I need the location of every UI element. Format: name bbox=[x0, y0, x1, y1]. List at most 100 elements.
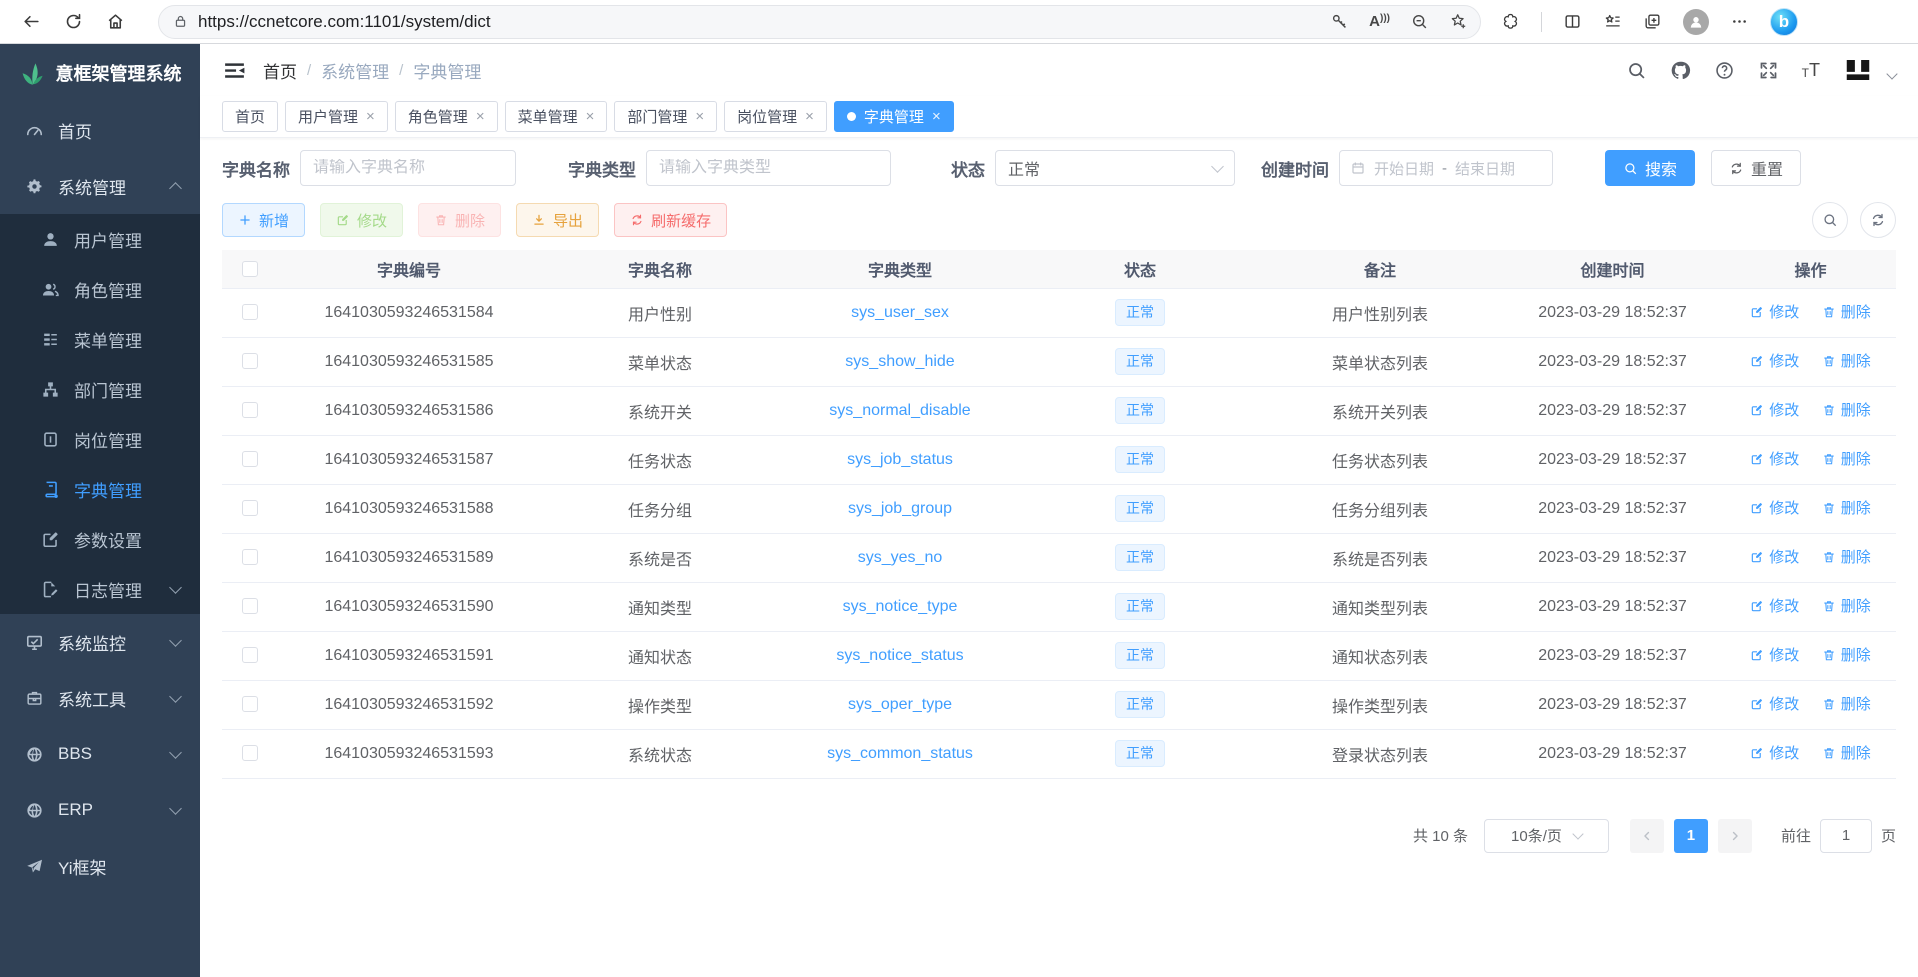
yi-brand-logo[interactable] bbox=[1843, 55, 1873, 85]
row-delete-button[interactable]: 删除 bbox=[1822, 350, 1871, 371]
dict-type-link[interactable]: sys_job_group bbox=[848, 500, 952, 517]
sidebar-item-post-mgmt[interactable]: 岗位管理 bbox=[0, 414, 200, 464]
row-checkbox[interactable] bbox=[242, 549, 258, 565]
sidebar-item-user-mgmt[interactable]: 用户管理 bbox=[0, 214, 200, 264]
dict-name-input[interactable] bbox=[313, 159, 503, 177]
sidebar-item-home[interactable]: 首页 bbox=[0, 102, 200, 158]
sidebar-item-system-monitor[interactable]: 系统监控 bbox=[0, 614, 200, 670]
dict-type-link[interactable]: sys_job_status bbox=[847, 451, 953, 468]
row-edit-button[interactable]: 修改 bbox=[1750, 546, 1799, 567]
tab-role-mgmt[interactable]: 角色管理× bbox=[395, 101, 498, 132]
sidebar-item-erp[interactable]: ERP bbox=[0, 782, 200, 838]
sidebar-item-log-mgmt[interactable]: 日志管理 bbox=[0, 564, 200, 614]
profile-avatar[interactable] bbox=[1683, 9, 1709, 35]
tab-close-icon[interactable]: × bbox=[805, 109, 814, 124]
dict-type-link[interactable]: sys_notice_status bbox=[836, 647, 963, 664]
reset-button[interactable]: 重置 bbox=[1711, 150, 1801, 186]
toggle-search-button[interactable] bbox=[1812, 202, 1848, 238]
next-page-button[interactable] bbox=[1718, 819, 1752, 853]
tab-home[interactable]: 首页 bbox=[222, 101, 278, 132]
sidebar-item-system-mgmt[interactable]: 系统管理 bbox=[0, 158, 200, 214]
dict-type-link[interactable]: sys_normal_disable bbox=[829, 402, 970, 419]
row-checkbox[interactable] bbox=[242, 745, 258, 761]
dict-type-link[interactable]: sys_common_status bbox=[827, 745, 973, 762]
row-edit-button[interactable]: 修改 bbox=[1750, 301, 1799, 322]
export-button[interactable]: 导出 bbox=[516, 203, 599, 237]
row-edit-button[interactable]: 修改 bbox=[1750, 693, 1799, 714]
sidebar-item-role-mgmt[interactable]: 角色管理 bbox=[0, 264, 200, 314]
tab-dict-mgmt[interactable]: 字典管理× bbox=[834, 101, 954, 132]
delete-button[interactable]: 删除 bbox=[418, 203, 501, 237]
sidebar-item-system-tools[interactable]: 系统工具 bbox=[0, 670, 200, 726]
tab-close-icon[interactable]: × bbox=[932, 109, 941, 124]
add-button[interactable]: 新增 bbox=[222, 203, 305, 237]
font-size-icon[interactable]: TT bbox=[1802, 61, 1820, 79]
goto-page-input[interactable] bbox=[1820, 819, 1872, 853]
tab-user-mgmt[interactable]: 用户管理× bbox=[285, 101, 388, 132]
help-icon[interactable] bbox=[1714, 60, 1735, 81]
favorites-icon[interactable] bbox=[1603, 12, 1622, 31]
sidebar-item-dept-mgmt[interactable]: 部门管理 bbox=[0, 364, 200, 414]
start-date-placeholder[interactable]: 开始日期 bbox=[1374, 158, 1434, 179]
fullscreen-icon[interactable] bbox=[1758, 60, 1779, 81]
row-checkbox[interactable] bbox=[242, 647, 258, 663]
row-edit-button[interactable]: 修改 bbox=[1750, 448, 1799, 469]
row-checkbox[interactable] bbox=[242, 402, 258, 418]
row-edit-button[interactable]: 修改 bbox=[1750, 497, 1799, 518]
sidebar-item-menu-mgmt[interactable]: 菜单管理 bbox=[0, 314, 200, 364]
dict-type-link[interactable]: sys_user_sex bbox=[851, 304, 949, 321]
add-favorite-icon[interactable] bbox=[1449, 12, 1468, 31]
dict-type-input[interactable] bbox=[659, 159, 878, 177]
tab-close-icon[interactable]: × bbox=[366, 109, 375, 124]
prev-page-button[interactable] bbox=[1630, 819, 1664, 853]
row-checkbox[interactable] bbox=[242, 598, 258, 614]
date-range-picker[interactable]: 开始日期 - 结束日期 bbox=[1339, 150, 1553, 186]
page-number-button[interactable]: 1 bbox=[1674, 819, 1708, 853]
url-text[interactable]: https://ccnetcore.com:1101/system/dict bbox=[198, 12, 491, 32]
collections-icon[interactable] bbox=[1643, 12, 1662, 31]
row-delete-button[interactable]: 删除 bbox=[1822, 693, 1871, 714]
row-edit-button[interactable]: 修改 bbox=[1750, 742, 1799, 763]
password-key-icon[interactable] bbox=[1330, 12, 1349, 31]
row-delete-button[interactable]: 删除 bbox=[1822, 497, 1871, 518]
search-icon[interactable] bbox=[1626, 60, 1647, 81]
more-menu-icon[interactable] bbox=[1730, 12, 1749, 31]
tab-close-icon[interactable]: × bbox=[476, 109, 485, 124]
sidebar-item-bbs[interactable]: BBS bbox=[0, 726, 200, 782]
refresh-cache-button[interactable]: 刷新缓存 bbox=[614, 203, 727, 237]
row-checkbox[interactable] bbox=[242, 304, 258, 320]
tab-close-icon[interactable]: × bbox=[586, 109, 595, 124]
tab-dept-mgmt[interactable]: 部门管理× bbox=[614, 101, 717, 132]
status-select[interactable]: 正常 bbox=[995, 150, 1235, 186]
sidebar-item-dict-mgmt[interactable]: 字典管理 bbox=[0, 464, 200, 514]
row-delete-button[interactable]: 删除 bbox=[1822, 546, 1871, 567]
row-delete-button[interactable]: 删除 bbox=[1822, 301, 1871, 322]
row-delete-button[interactable]: 删除 bbox=[1822, 399, 1871, 420]
edit-button[interactable]: 修改 bbox=[320, 203, 403, 237]
dict-type-link[interactable]: sys_notice_type bbox=[843, 598, 958, 615]
row-checkbox[interactable] bbox=[242, 500, 258, 516]
sidebar-item-param-settings[interactable]: 参数设置 bbox=[0, 514, 200, 564]
search-button[interactable]: 搜索 bbox=[1605, 150, 1695, 186]
refresh-table-button[interactable] bbox=[1860, 202, 1896, 238]
read-aloud-icon[interactable]: A))) bbox=[1369, 13, 1390, 30]
row-edit-button[interactable]: 修改 bbox=[1750, 595, 1799, 616]
row-edit-button[interactable]: 修改 bbox=[1750, 350, 1799, 371]
row-checkbox[interactable] bbox=[242, 451, 258, 467]
select-all-checkbox[interactable] bbox=[242, 261, 258, 277]
collapse-sidebar-icon[interactable] bbox=[222, 58, 247, 83]
sidebar-item-yi-framework[interactable]: Yi框架 bbox=[0, 838, 200, 894]
browser-back-button[interactable] bbox=[14, 5, 48, 39]
row-delete-button[interactable]: 删除 bbox=[1822, 742, 1871, 763]
github-icon[interactable] bbox=[1670, 60, 1691, 81]
row-edit-button[interactable]: 修改 bbox=[1750, 644, 1799, 665]
tab-post-mgmt[interactable]: 岗位管理× bbox=[724, 101, 827, 132]
tab-menu-mgmt[interactable]: 菜单管理× bbox=[505, 101, 608, 132]
breadcrumb-home[interactable]: 首页 bbox=[263, 58, 297, 83]
dict-type-link[interactable]: sys_yes_no bbox=[858, 549, 943, 566]
page-size-select[interactable]: 10条/页 bbox=[1484, 819, 1609, 853]
extensions-icon[interactable] bbox=[1501, 12, 1520, 31]
row-delete-button[interactable]: 删除 bbox=[1822, 448, 1871, 469]
browser-refresh-button[interactable] bbox=[56, 5, 90, 39]
row-checkbox[interactable] bbox=[242, 696, 258, 712]
